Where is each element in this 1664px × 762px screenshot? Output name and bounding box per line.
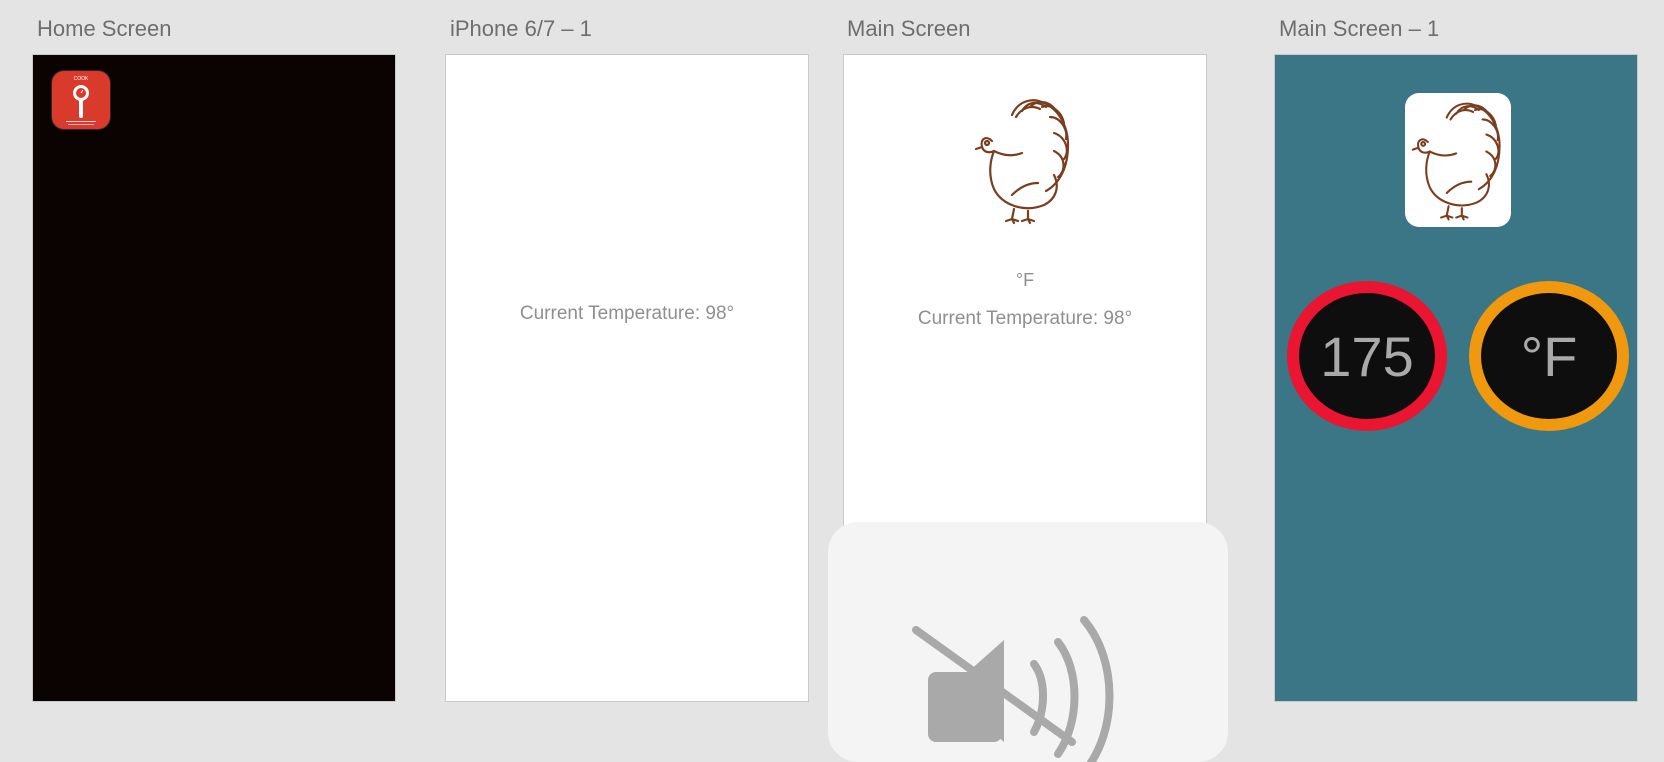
artboard-title-iphone[interactable]: iPhone 6/7 – 1 — [450, 16, 592, 42]
thermometer-probe-icon: COOK — [66, 76, 96, 125]
artboard-iphone[interactable]: Current Temperature: 98° — [445, 54, 809, 702]
temperature-value-dial[interactable]: 175 — [1287, 281, 1447, 431]
temperature-unit-dial[interactable]: °F — [1469, 281, 1629, 431]
speaker-muted-icon — [912, 616, 1114, 762]
turkey-icon — [974, 99, 1070, 225]
artboard-title-main-screen[interactable]: Main Screen — [847, 16, 971, 42]
turkey-card — [1405, 93, 1511, 227]
temperature-value-text: 175 — [1320, 324, 1414, 388]
app-icon[interactable]: COOK — [52, 71, 110, 129]
app-icon-label: COOK — [74, 76, 89, 82]
current-temperature-label: Current Temperature: 98° — [519, 303, 735, 324]
turkey-icon — [1411, 102, 1501, 221]
mute-hud-overlay — [828, 522, 1228, 762]
temperature-unit-text: °F — [1520, 324, 1578, 388]
artboard-home-screen[interactable]: COOK — [32, 54, 396, 702]
artboard-title-main-screen-1[interactable]: Main Screen – 1 — [1279, 16, 1439, 42]
current-temperature-label: Current Temperature: 98° — [917, 308, 1133, 329]
unit-label: °F — [1015, 270, 1035, 290]
artboard-title-home-screen[interactable]: Home Screen — [37, 16, 172, 42]
artboard-main-screen-1[interactable]: 175 °F — [1274, 54, 1638, 702]
